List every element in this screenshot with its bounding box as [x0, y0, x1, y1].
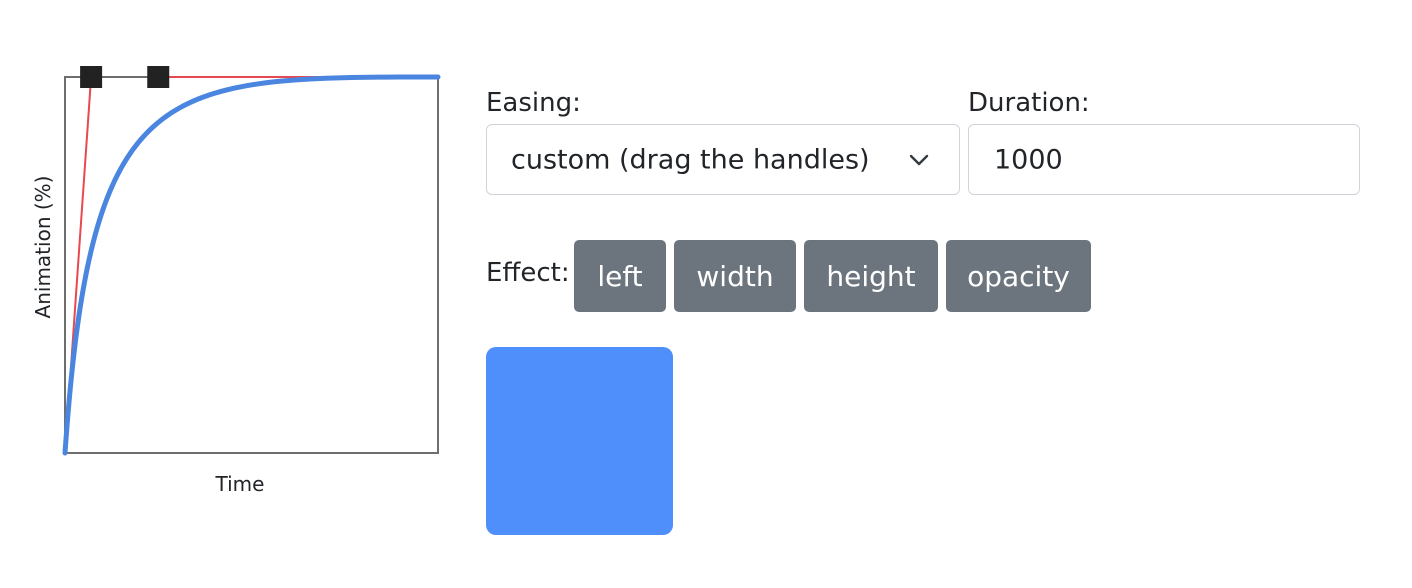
easing-select[interactable]: custom (drag the handles) [486, 124, 960, 195]
duration-label: Duration: [968, 88, 1090, 118]
curve-editor: Animation (%) Time [0, 0, 460, 588]
easing-demo-page: Animation (%) Time Easing: custom (drag … [0, 0, 1412, 588]
y-axis-label: Animation (%) [31, 175, 55, 319]
effect-height-button[interactable]: height [804, 240, 938, 312]
effect-label: Effect: [486, 258, 570, 288]
x-axis-label: Time [215, 472, 265, 496]
curve-frame [64, 76, 439, 454]
easing-select-value: custom (drag the handles) [511, 144, 870, 175]
duration-input-value: 1000 [994, 144, 1063, 175]
effect-opacity-button[interactable]: opacity [946, 240, 1091, 312]
easing-label: Easing: [486, 88, 581, 118]
chevron-down-icon [909, 154, 929, 165]
duration-input[interactable]: 1000 [968, 124, 1360, 195]
animation-demo-box [486, 347, 673, 535]
effect-left-button[interactable]: left [574, 240, 666, 312]
control-handle-1[interactable] [80, 66, 103, 88]
control-handle-2[interactable] [147, 66, 170, 88]
curve-editor-graph [62, 66, 441, 456]
effect-width-button[interactable]: width [674, 240, 796, 312]
